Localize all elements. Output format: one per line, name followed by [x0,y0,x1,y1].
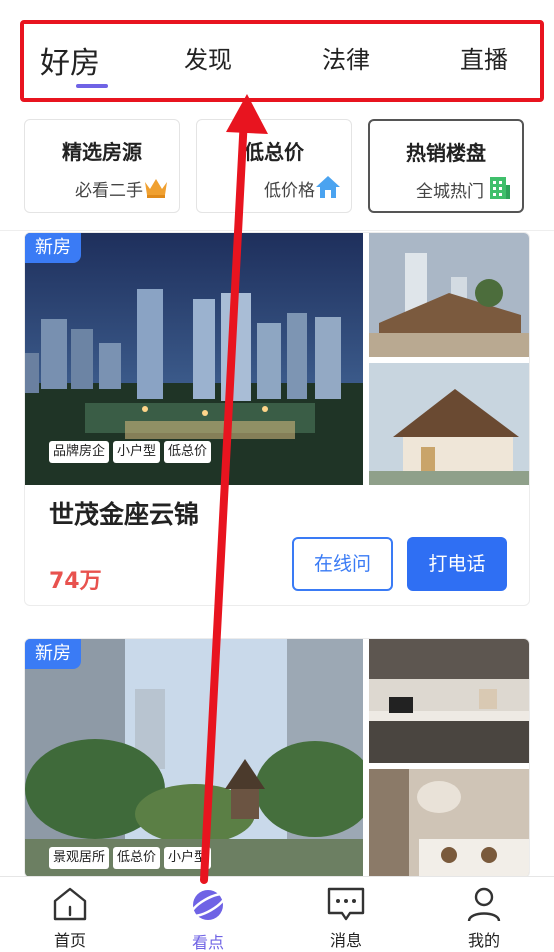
user-icon [467,887,501,922]
property-pavilion-photo[interactable] [369,363,530,485]
category-subtitle: 全城热门 [416,182,484,202]
house-icon [316,176,340,198]
category-title: 精选房源 [62,140,142,164]
tab-falv[interactable]: 法律 [322,40,370,75]
feature-tag: 小户型 [164,847,212,869]
category-subtitle: 必看二手 [75,181,143,201]
feature-tag: 小户型 [113,441,161,463]
home-icon [53,887,87,921]
message-icon [327,887,365,921]
listing-card[interactable]: 新房 景观居所 低总价 小户型 [24,638,530,878]
listing-price: 74万 [49,569,102,594]
nav-label: 消息 [329,931,362,950]
listing-card[interactable]: 新房 品牌房企 小户型 低总价 世茂金座云锦 74万 在线问 打电话 [24,232,530,606]
property-dining-photo[interactable] [369,769,530,878]
feature-tags: 景观居所 低总价 小户型 [49,847,212,869]
category-card-hot-sales[interactable]: 热销楼盘 全城热门 [368,119,524,213]
nav-label: 看点 [191,933,224,952]
feature-tag: 低总价 [164,441,212,463]
nav-label: 首页 [53,931,86,950]
feature-tag: 景观居所 [49,847,110,869]
category-card-selected-listings[interactable]: 精选房源 必看二手 [24,119,180,213]
crown-icon [145,179,167,198]
feature-tag: 低总价 [113,847,161,869]
tab-haofang[interactable]: 好房 [40,38,100,82]
category-title: 低总价 [244,140,304,164]
active-tab-indicator [76,84,108,88]
new-house-badge: 新房 [25,233,81,263]
call-button[interactable]: 打电话 [407,537,507,591]
feature-tag: 品牌房企 [49,441,110,463]
tab-zhibo[interactable]: 直播 [460,40,508,75]
category-subtitle: 低价格 [264,181,315,201]
property-entrance-photo[interactable] [369,233,530,357]
top-tab-bar: 好房 发现 法律 直播 [20,20,544,102]
new-house-badge: 新房 [25,639,81,669]
nav-label: 我的 [467,931,500,950]
category-title: 热销楼盘 [406,141,486,165]
property-garden-photo[interactable] [25,639,363,878]
nav-messages[interactable]: 消息 [306,885,386,951]
listing-title: 世茂金座云锦 [49,500,200,529]
bottom-navigation: 首页 看点 消息 我的 [0,876,554,952]
property-kitchen-photo[interactable] [369,639,530,763]
nav-home[interactable]: 首页 [30,885,110,951]
category-card-low-total-price[interactable]: 低总价 低价格 [196,119,352,213]
planet-icon [190,890,226,920]
section-divider [0,230,554,231]
nav-profile[interactable]: 我的 [444,885,524,951]
feature-tags: 品牌房企 小户型 低总价 [49,441,212,463]
online-inquiry-button[interactable]: 在线问 [292,537,393,591]
tab-faxian[interactable]: 发现 [184,40,232,75]
building-icon [490,177,510,199]
nav-highlights[interactable]: 看点 [168,885,248,952]
